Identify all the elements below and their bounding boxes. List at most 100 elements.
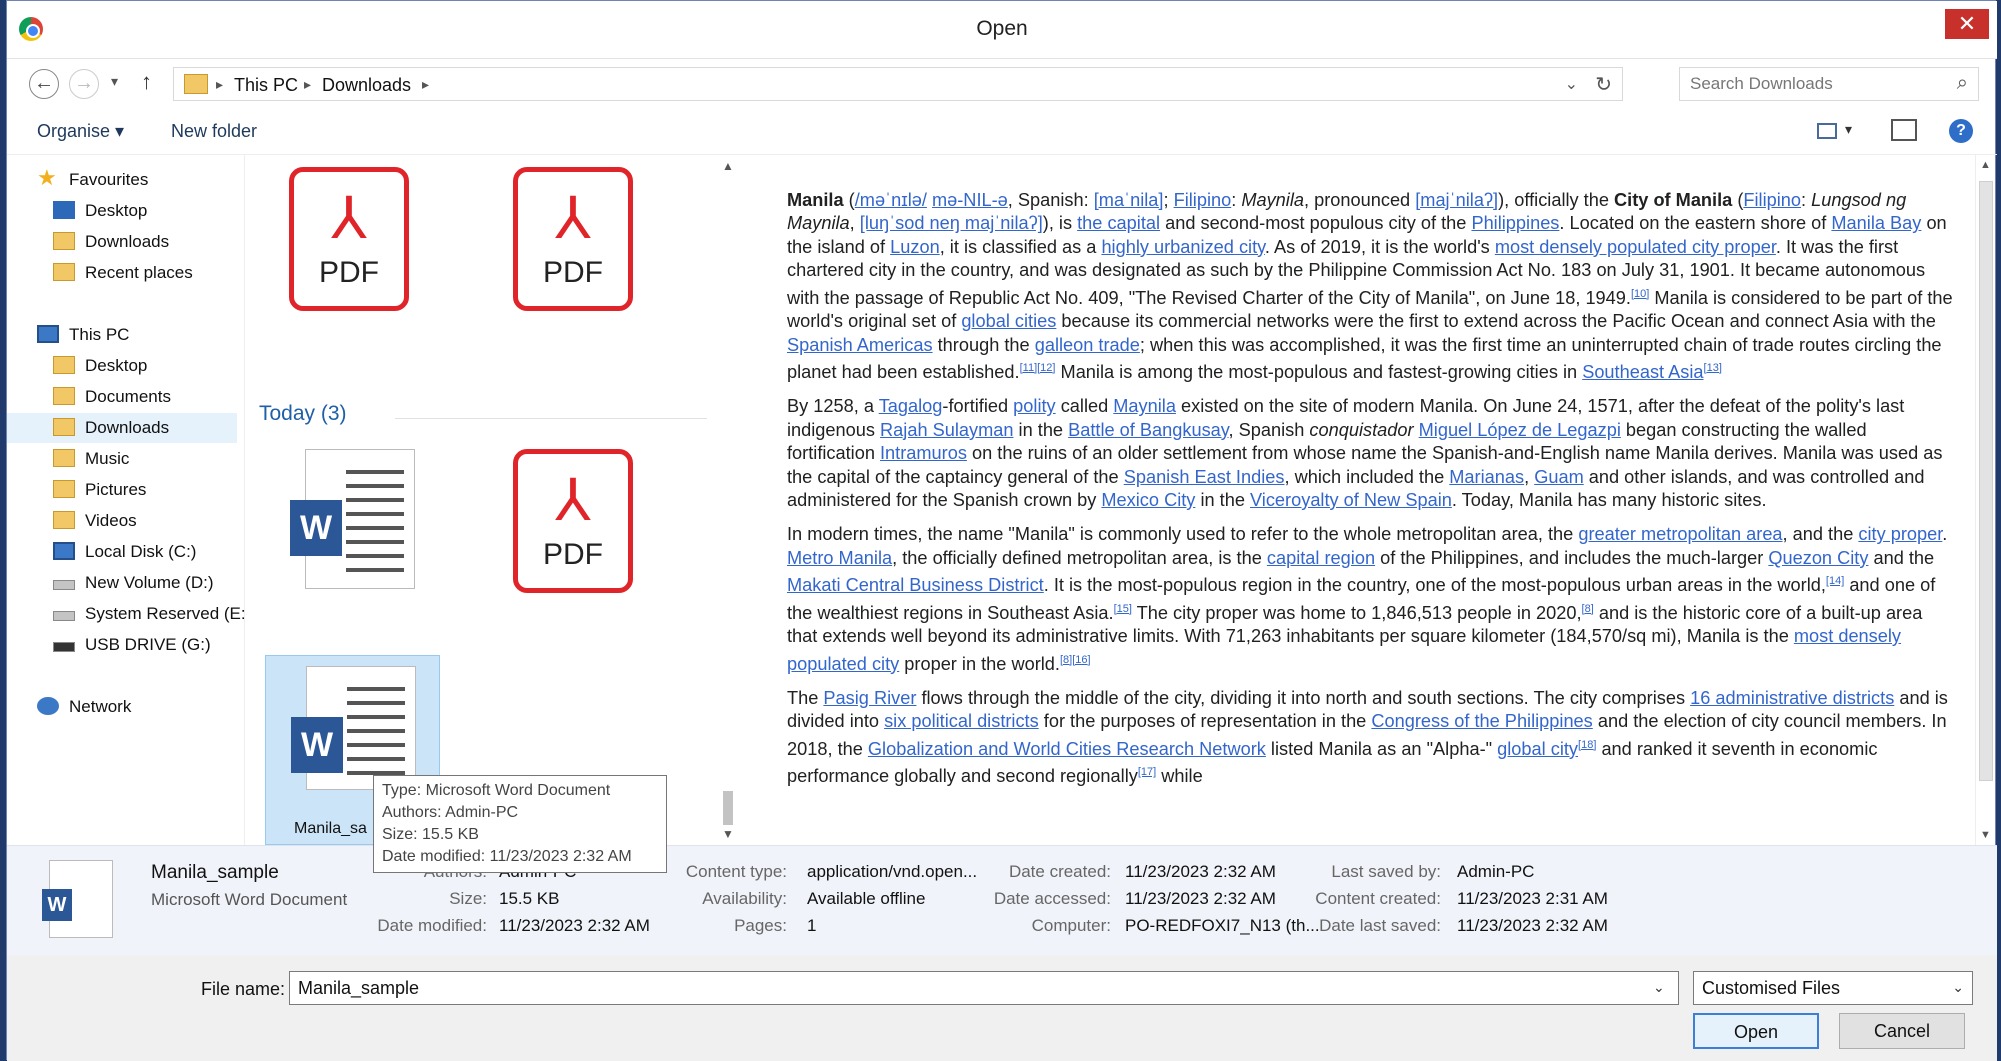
citation-link[interactable]: [11][12] [1020,362,1056,374]
nav-system-reserved-e[interactable]: System Reserved (E: [7,599,246,629]
nav-new-volume-d[interactable]: New Volume (D:) [7,568,237,598]
file-name-input[interactable]: Manila_sample [289,971,1679,1005]
pdf-file-item[interactable]: ⅄ PDF [489,437,664,627]
article-link[interactable]: Guam [1534,467,1584,487]
citation-link[interactable]: [14] [1826,575,1844,587]
nav-favourites[interactable]: ★ Favourites [7,165,237,195]
article-link[interactable]: [majˈnilaʔ] [1415,190,1498,210]
citation-link[interactable]: [10] [1631,288,1649,300]
help-icon[interactable]: ? [1949,119,1973,143]
refresh-icon[interactable]: ↻ [1595,72,1612,97]
article-link[interactable]: Southeast Asia [1582,362,1703,382]
article-link[interactable]: Globalization and World Cities Research … [868,739,1266,759]
preview-pane-icon[interactable] [1891,119,1917,141]
article-link[interactable]: /məˈnɪlə/ [855,190,927,210]
address-bar[interactable]: ▸ This PC ▸ Downloads ▸ ⌄ ↻ [173,67,1623,101]
new-folder-button[interactable]: New folder [171,121,257,142]
scroll-up-icon[interactable]: ▲ [1980,159,1991,171]
article-link[interactable]: Spanish East Indies [1124,467,1285,487]
article-link[interactable]: Rajah Sulayman [880,420,1013,440]
search-input[interactable]: Search Downloads [1690,74,1833,93]
article-link[interactable]: galleon trade [1035,335,1140,355]
article-link[interactable]: Maynila [1113,396,1176,416]
breadcrumb-this-pc[interactable]: This PC [234,75,298,96]
article-link[interactable]: Marianas [1449,467,1524,487]
article-link[interactable]: Miguel López de Legazpi [1419,420,1621,440]
nav-music[interactable]: Music [7,444,237,474]
nav-pictures[interactable]: Pictures [7,475,237,505]
nav-favourites-desktop[interactable]: Desktop [7,196,237,226]
citation-link[interactable]: [18] [1578,739,1596,751]
article-link[interactable]: Spanish Americas [787,335,933,355]
group-header-today[interactable]: Today (3) [259,402,347,426]
article-link[interactable]: city proper [1858,524,1942,544]
article-link[interactable]: Metro Manila [787,548,892,568]
article-link[interactable]: global cities [961,311,1056,331]
article-link[interactable]: Battle of Bangkusay [1068,420,1228,440]
article-link[interactable]: Pasig River [823,688,916,708]
article-link[interactable]: Viceroyalty of New Spain [1250,490,1452,510]
citation-link[interactable]: [8] [1582,603,1594,615]
article-link[interactable]: the capital [1077,213,1160,233]
article-link[interactable]: global city [1497,739,1578,759]
organise-button[interactable]: Organise ▾ [37,121,124,142]
pdf-file-item[interactable]: ⅄ PDF [489,155,664,345]
nav-recent-places[interactable]: Recent places [7,258,237,288]
nav-videos[interactable]: Videos [7,506,237,536]
nav-favourites-downloads[interactable]: Downloads [7,227,237,257]
back-button[interactable]: ← [29,69,59,99]
article-link[interactable]: Tagalog [879,396,943,416]
file-type-filter[interactable]: Customised Files ⌄ [1693,971,1973,1005]
scroll-thumb[interactable] [723,791,733,825]
article-link[interactable]: Manila Bay [1831,213,1921,233]
file-list-scrollbar[interactable]: ▲ ▼ [719,155,737,845]
file-name-dropdown-icon[interactable]: ⌄ [1653,979,1665,996]
article-link[interactable]: polity [1013,396,1055,416]
article-link[interactable]: [maˈnila] [1094,190,1164,210]
nav-network[interactable]: Network [7,692,237,722]
article-link[interactable]: Makati Central Business District [787,575,1044,595]
article-link[interactable]: six political districts [884,711,1039,731]
article-link[interactable]: most densely populated city [787,626,1901,673]
article-link[interactable]: greater metropolitan area [1578,524,1782,544]
article-link[interactable]: Filipino [1743,190,1801,210]
article-link[interactable]: Intramuros [880,443,967,463]
article-link[interactable]: capital region [1267,548,1375,568]
close-button[interactable]: ✕ [1945,9,1989,39]
scroll-down-icon[interactable]: ▼ [722,827,734,841]
citation-link[interactable]: [13] [1704,362,1722,374]
article-link[interactable]: Philippines [1471,213,1559,233]
article-link[interactable]: Congress of the Philippines [1371,711,1592,731]
nav-documents[interactable]: Documents [7,382,237,412]
nav-local-disk-c[interactable]: Local Disk (C:) [7,537,237,567]
search-icon[interactable]: ⌕ [1957,72,1968,95]
breadcrumb-downloads[interactable]: Downloads [322,75,411,96]
nav-this-pc[interactable]: This PC [7,320,237,350]
nav-downloads[interactable]: Downloads [7,413,237,443]
change-view-icon[interactable] [1817,123,1837,139]
view-options-dropdown[interactable]: ▾ [1845,121,1852,138]
article-link[interactable]: Filipino [1174,190,1232,210]
up-button[interactable]: ↑ [141,69,152,95]
article-link[interactable]: [luŋˈsod neŋ majˈnilaʔ] [860,213,1043,233]
cancel-button[interactable]: Cancel [1839,1013,1965,1049]
forward-button[interactable]: → [69,69,99,99]
article-link[interactable]: 16 administrative districts [1690,688,1894,708]
citation-link[interactable]: [17] [1138,766,1156,778]
article-link[interactable]: most densely populated city proper [1495,237,1776,257]
scroll-up-icon[interactable]: ▲ [722,159,734,173]
nav-pc-desktop[interactable]: Desktop [7,351,237,381]
article-link[interactable]: Mexico City [1101,490,1195,510]
preview-scrollbar[interactable]: ▲ ▼ [1975,155,1995,845]
search-box[interactable]: Search Downloads ⌕ [1679,67,1979,101]
open-button[interactable]: Open [1693,1013,1819,1049]
article-link[interactable]: Luzon [890,237,940,257]
scroll-down-icon[interactable]: ▼ [1980,829,1991,841]
article-link[interactable]: highly urbanized city [1101,237,1264,257]
nav-usb-drive-g[interactable]: USB DRIVE (G:) [7,630,237,660]
article-link[interactable]: mə-NIL-ə [932,190,1008,210]
word-file-item[interactable]: W [265,437,440,627]
article-link[interactable]: Quezon City [1768,548,1868,568]
address-history-dropdown[interactable]: ⌄ [1565,74,1578,94]
citation-link[interactable]: [15] [1114,603,1132,615]
